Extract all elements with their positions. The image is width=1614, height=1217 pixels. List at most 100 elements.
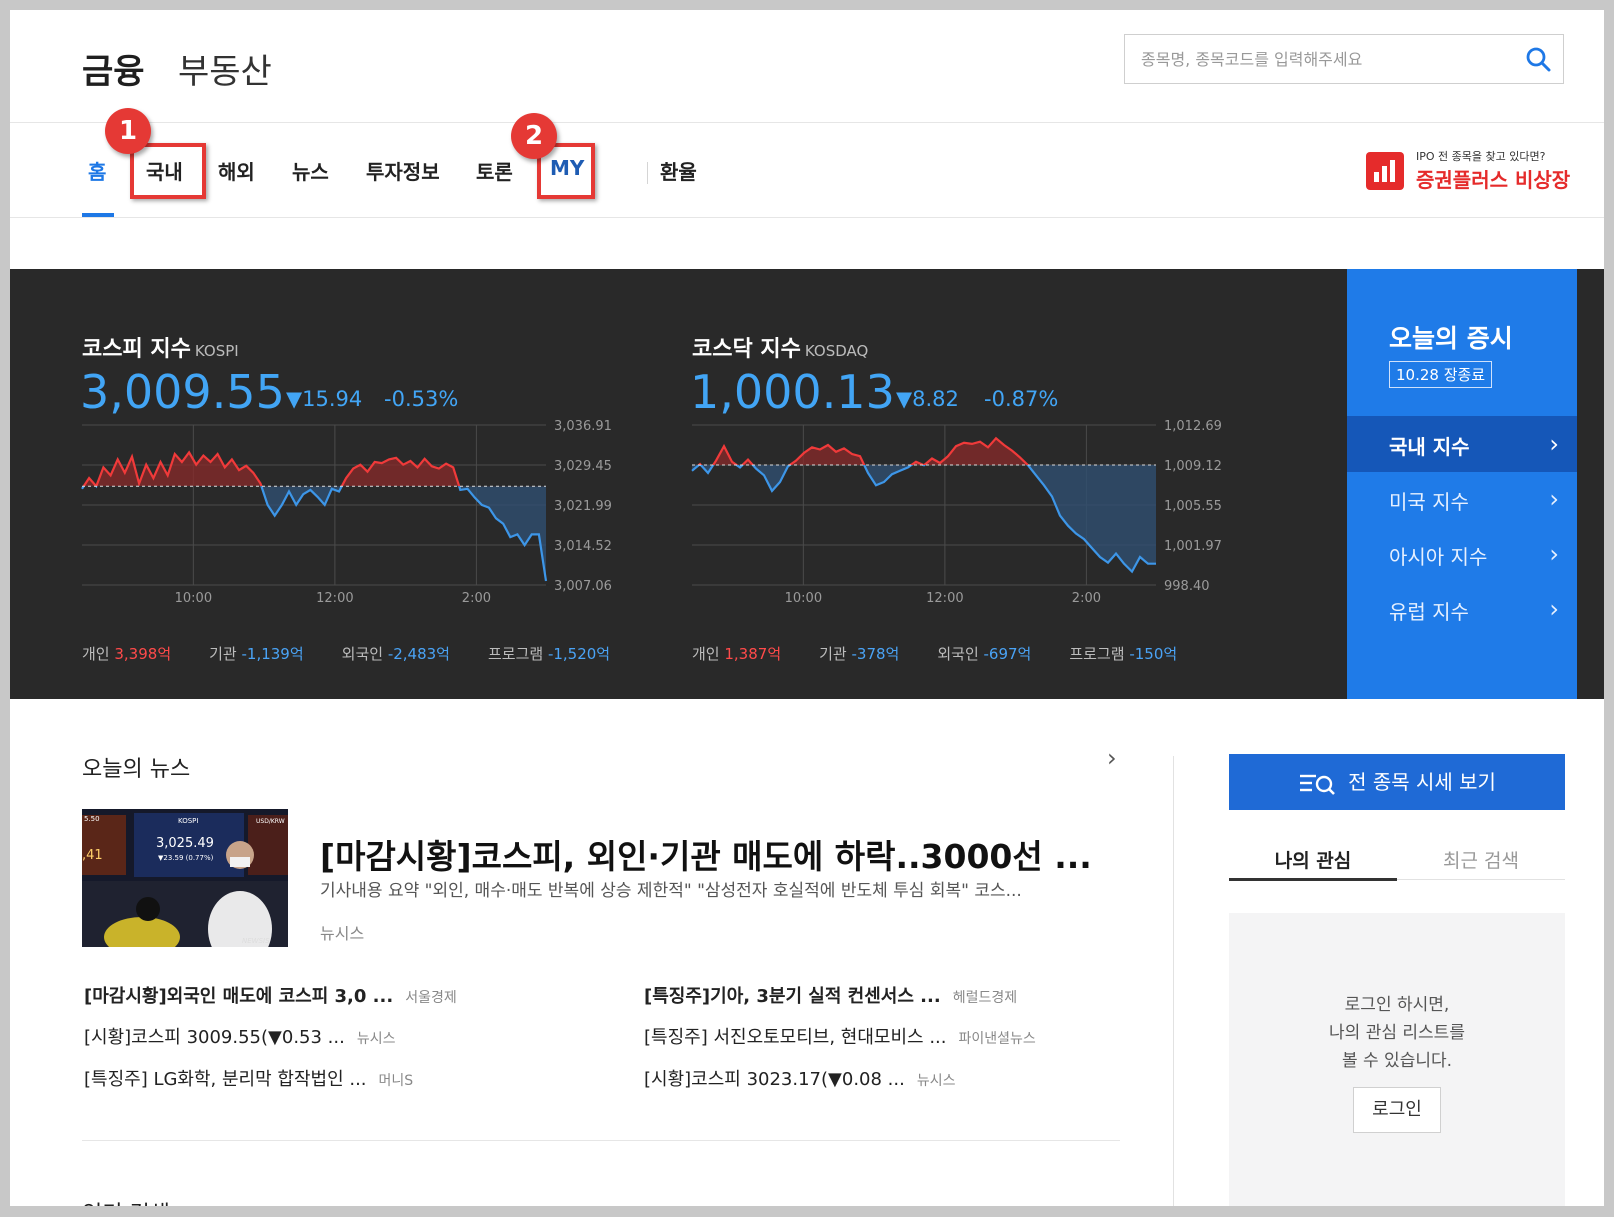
kosdaq-flow-item: 개인 1,387억	[692, 645, 781, 663]
chart-x-tick-label: 10:00	[785, 591, 822, 606]
thumb-kospi-value: 3,025.49	[156, 836, 214, 851]
kospi-flow-item: 외국인 -2,483억	[342, 645, 450, 663]
news-more-chevron-icon[interactable]: ›	[1107, 744, 1117, 772]
news-link[interactable]: [시황]코스피 3009.55(▼0.53 ... 뉴시스	[84, 1023, 395, 1049]
search-icon[interactable]	[1525, 46, 1551, 72]
news-link[interactable]: [마감시황]외국인 매도에 코스피 3,0 ... 서울경제	[84, 982, 457, 1008]
today-item-label: 아시아 지수	[1389, 545, 1488, 569]
thumb-kospi-label: KOSPI	[178, 817, 198, 825]
kosdaq-value: 1,000.13	[690, 365, 895, 419]
annotation-badge-2: 2	[511, 113, 557, 159]
chart-x-tick-label: 2:00	[462, 591, 491, 606]
login-prompt-box: 로그인 하시면, 나의 관심 리스트를 볼 수 있습니다. 로그인	[1229, 913, 1565, 1206]
kospi-flow-item: 프로그램 -1,520억	[488, 645, 610, 663]
news-link-source: 파이낸셜뉴스	[958, 1031, 1036, 1047]
nav-tab-discussion[interactable]: 토론	[476, 156, 513, 185]
nav-tab-home[interactable]: 홈	[88, 156, 106, 185]
all-stocks-price-button[interactable]: 전 종목 시세 보기	[1229, 754, 1565, 810]
tab-my-interest[interactable]: 나의 관심	[1229, 846, 1397, 873]
news-link-source: 헤럴드경제	[952, 990, 1018, 1006]
market-close-date: 10.28 장종료	[1389, 361, 1493, 388]
news-link[interactable]: [특징주] 서진오토모티브, 현대모비스 ... 파이낸셜뉴스	[644, 1023, 1036, 1049]
chart-y-tick-label: 3,014.52	[554, 539, 612, 554]
news-link-title: [시황]코스피 3023.17(▼0.08 ...	[644, 1069, 905, 1090]
flow-label: 기관	[209, 645, 242, 663]
news-link-title: [마감시황]외국인 매도에 코스피 3,0 ...	[84, 986, 394, 1007]
kospi-name-en: KOSPI	[194, 342, 239, 360]
flow-value: -2,483억	[387, 645, 450, 663]
news-thumbnail[interactable]: KOSPI 3,025.49 ▼23.59 (0.77%) USD/KRW 5.…	[82, 809, 288, 947]
kosdaq-flow-item: 기관 -378억	[819, 645, 899, 663]
kosdaq-title[interactable]: 코스닥 지수 KOSDAQ	[692, 331, 868, 363]
chevron-right-icon: ›	[1549, 595, 1559, 623]
nav-divider	[10, 217, 1604, 218]
chart-y-tick-label: 1,012.69	[1164, 419, 1222, 434]
popular-search-title: 인기 검색	[82, 1196, 170, 1206]
today-item-europe-index[interactable]: 유럽 지수 ›	[1347, 581, 1577, 637]
annotation-badge-1: 1	[105, 108, 151, 154]
kospi-title[interactable]: 코스피 지수 KOSPI	[82, 331, 239, 363]
flow-value: -1,520억	[547, 645, 611, 663]
thumb-kospi-change: ▼23.59 (0.77%)	[158, 854, 214, 862]
kosdaq-flow-item: 프로그램 -150억	[1069, 645, 1177, 663]
brand-realestate-link[interactable]: 부동산	[178, 44, 272, 93]
kosdaq-change-pct: -0.87%	[984, 387, 1059, 411]
flow-label: 외국인	[937, 645, 984, 663]
flow-value: 3,398억	[114, 645, 172, 663]
chart-y-tick-label: 1,005.55	[1164, 499, 1222, 514]
ad-title: 증권플러스 비상장	[1416, 168, 1571, 192]
column-divider	[1173, 756, 1174, 1206]
kospi-intraday-chart[interactable]: 3,036.91 3,029.45 3,021.99 3,014.52 3,007.06…	[70, 419, 630, 619]
login-message-line: 나의 관심 리스트를	[1329, 1023, 1465, 1043]
kospi-investor-flows: 개인 3,398억 기관 -1,139억 외국인 -2,483억 프로그램 -1,52…	[82, 643, 648, 664]
chart-y-tick-label: 3,036.91	[554, 419, 612, 434]
flow-label: 프로그램	[487, 645, 548, 663]
thumb-usd-label: USD/KRW	[256, 818, 285, 825]
news-link-source: 뉴시스	[356, 1031, 396, 1047]
news-divider	[82, 1140, 1120, 1141]
chart-y-tick-label: 998.40	[1164, 579, 1210, 594]
nav-tab-exchange-rate[interactable]: 환율	[660, 156, 697, 185]
bar-chart-icon	[1374, 160, 1395, 182]
ipo-ad-banner[interactable]: IPO 전 종목을 찾고 있다면? 증권플러스 비상장	[1366, 148, 1570, 196]
brand-finance-link[interactable]: 금융	[82, 44, 145, 93]
news-link-source: 머니S	[378, 1073, 414, 1089]
nav-tab-overseas[interactable]: 해외	[218, 156, 255, 185]
chart-y-tick-label: 3,021.99	[554, 499, 612, 514]
kosdaq-change: ▼8.82	[896, 387, 959, 411]
login-button[interactable]: 로그인	[1353, 1087, 1441, 1133]
news-link[interactable]: [특징주] LG화학, 분리막 합작법인 ... 머니S	[84, 1065, 413, 1091]
kospi-change-pct: -0.53%	[384, 387, 459, 411]
nav-tab-investment-info[interactable]: 투자정보	[366, 156, 440, 185]
kosdaq-intraday-chart[interactable]: 1,012.69 1,009.12 1,005.55 1,001.97 998.40 10…	[680, 419, 1240, 619]
chevron-right-icon: ›	[1549, 540, 1559, 568]
nav-separator	[647, 162, 648, 184]
kospi-flow-item: 기관 -1,139억	[209, 645, 304, 663]
today-item-us-index[interactable]: 미국 지수 ›	[1347, 471, 1577, 527]
login-message-line: 볼 수 있습니다.	[1341, 1051, 1453, 1071]
today-item-asia-index[interactable]: 아시아 지수 ›	[1347, 526, 1577, 582]
chart-x-tick-label: 12:00	[926, 591, 963, 606]
browser-page: 금융 부동산 홈 국내 해외 뉴스 투자정보 토론 MY 환율 1 2 IPO …	[10, 10, 1604, 1206]
news-link[interactable]: [특징주]기아, 3분기 실적 컨센서스 ... 헤럴드경제	[644, 982, 1017, 1008]
flow-value: -1,139억	[241, 645, 304, 663]
kosdaq-flow-item: 외국인 -697억	[937, 645, 1031, 663]
thumb-watermark: NEWSIS	[242, 937, 270, 945]
search-input[interactable]	[1125, 35, 1515, 83]
ad-tagline: IPO 전 종목을 찾고 있다면?	[1416, 150, 1546, 163]
flow-value: -150억	[1129, 645, 1178, 663]
news-link-title: [특징주]기아, 3분기 실적 컨센서스 ...	[644, 986, 941, 1007]
chart-y-tick-label: 3,007.06	[554, 579, 612, 594]
today-news-title: 오늘의 뉴스	[82, 757, 191, 782]
today-item-domestic-index[interactable]: 국내 지수 ›	[1347, 416, 1577, 472]
today-item-label: 미국 지수	[1389, 490, 1469, 514]
nav-tab-news[interactable]: 뉴스	[292, 156, 329, 185]
flow-label: 기관	[819, 645, 852, 663]
thumb-left-big-number: ,41	[82, 848, 103, 863]
flow-value: -378억	[851, 645, 900, 663]
news-link[interactable]: [시황]코스피 3023.17(▼0.08 ... 뉴시스	[644, 1065, 955, 1091]
tab-recent-search[interactable]: 최근 검색	[1397, 846, 1565, 873]
kosdaq-investor-flows: 개인 1,387억 기관 -378억 외국인 -697억 프로그램 -150억	[692, 643, 1215, 664]
kospi-flow-item: 개인 3,398억	[82, 645, 171, 663]
news-headline[interactable]: [마감시황]코스피, 외인·기관 매도에 하락..3000선 ...	[320, 830, 1120, 878]
